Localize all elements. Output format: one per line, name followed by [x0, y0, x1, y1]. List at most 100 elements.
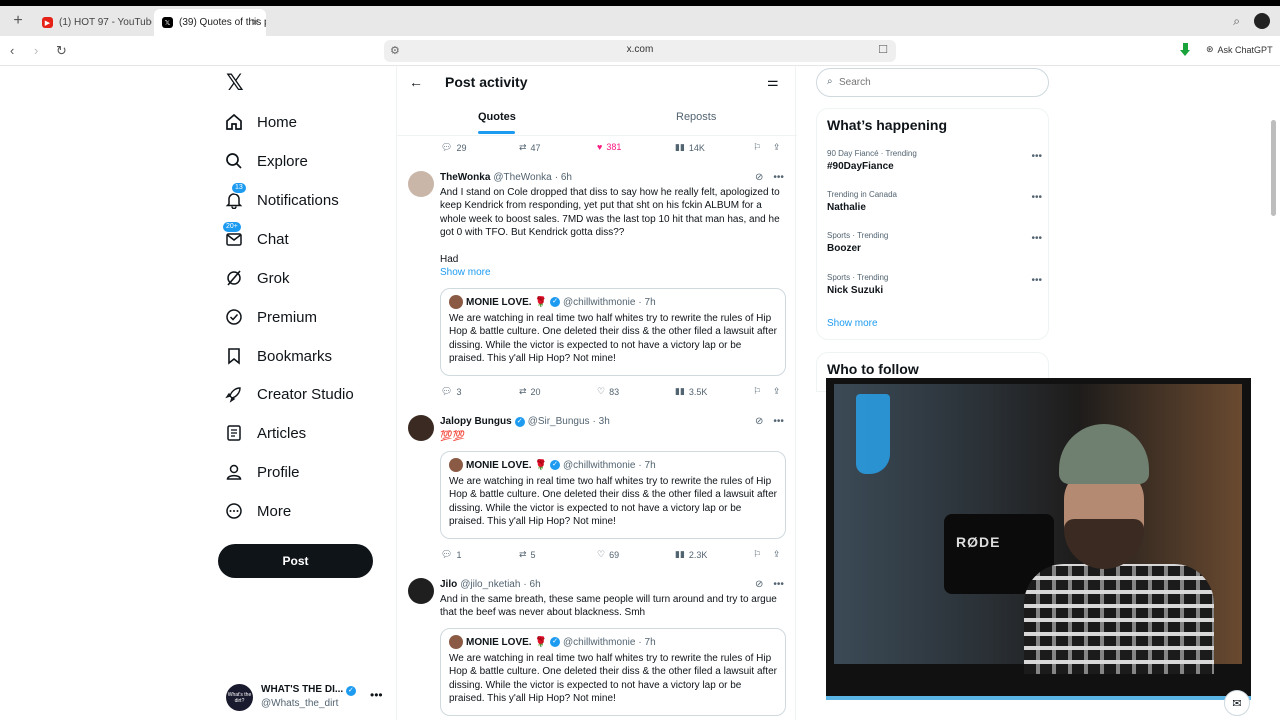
reply-count: 3: [456, 386, 462, 397]
browser-tab-x[interactable]: 𝕏 (39) Quotes of this p ✕: [154, 9, 266, 36]
post-text-continued: Had: [440, 254, 459, 265]
search-input[interactable]: [839, 75, 1039, 90]
nav-profile[interactable]: Profile: [225, 459, 300, 485]
reply-icon: 💬︎: [441, 386, 453, 396]
more-options-icon[interactable]: •••: [773, 172, 784, 183]
bookmark-button[interactable]: ⚐: [753, 386, 761, 397]
post-time[interactable]: · 3h: [593, 416, 610, 427]
account-switcher[interactable]: What's the dirt? WHAT'S THE DI... ✓ @Wha…: [226, 682, 386, 712]
author-handle[interactable]: @Sir_Bungus: [528, 416, 590, 427]
account-more-icon[interactable]: •••: [370, 688, 383, 702]
nav-creator-studio[interactable]: Creator Studio: [225, 381, 354, 407]
post-button[interactable]: Post: [218, 544, 373, 578]
avatar[interactable]: [408, 578, 434, 604]
trend-meta: Sports · Trending: [827, 273, 889, 282]
more-options-icon[interactable]: •••: [773, 579, 784, 590]
nav-chat[interactable]: 20+ Chat: [222, 221, 289, 252]
nav-grok[interactable]: Grok: [225, 265, 290, 291]
ask-chatgpt-button[interactable]: ⊛ Ask ChatGPT: [1206, 44, 1273, 55]
author-handle[interactable]: @TheWonka: [493, 172, 551, 183]
share-icon: ⇪: [773, 142, 781, 152]
rocket-icon: [225, 385, 243, 403]
trend-item[interactable]: Sports · Trending Boozer •••: [827, 231, 1042, 261]
trend-item[interactable]: Trending in Canada Nathalie •••: [827, 190, 1042, 220]
show-more-link[interactable]: Show more: [440, 267, 491, 278]
trend-item[interactable]: 90 Day Fiancé · Trending #90DayFiance ••…: [827, 149, 1042, 179]
browser-tab-youtube[interactable]: ▶ (1) HOT 97 - YouTube: [34, 9, 152, 36]
more-options-icon[interactable]: •••: [1031, 275, 1042, 286]
quoted-author-name: MONIE LOVE.: [466, 636, 532, 648]
reply-button[interactable]: 💬︎ 3: [441, 386, 461, 397]
back-icon[interactable]: ‹: [10, 43, 14, 58]
repost-button[interactable]: ⇄ 47: [519, 142, 541, 153]
grok-explain-icon[interactable]: ⊘: [755, 416, 763, 427]
new-tab-button[interactable]: +: [8, 11, 28, 31]
trend-item[interactable]: Sports · Trending Nick Suzuki •••: [827, 273, 1042, 303]
more-options-icon[interactable]: •••: [1031, 192, 1042, 203]
grok-explain-icon[interactable]: ⊘: [755, 579, 763, 590]
nav-home[interactable]: Home: [225, 109, 297, 135]
reply-icon: 💬︎: [441, 549, 453, 559]
post-time[interactable]: · 6h: [555, 172, 572, 183]
browser-profile-avatar[interactable]: [1254, 13, 1270, 29]
page-scrollbar[interactable]: [1271, 120, 1276, 216]
author-handle[interactable]: @jilo_nketiah: [460, 579, 520, 590]
bookmark-page-icon[interactable]: ☐: [878, 43, 888, 56]
views-button[interactable]: ▮▮ 2.3K: [675, 549, 707, 560]
bookmark-button[interactable]: ⚐: [753, 549, 761, 560]
nav-more[interactable]: More: [225, 498, 291, 524]
tab-quotes[interactable]: Quotes: [478, 111, 516, 123]
like-button[interactable]: ♥ 381: [597, 142, 621, 152]
verified-icon: ✓: [550, 297, 561, 307]
repost-button[interactable]: ⇄ 5: [519, 549, 536, 560]
views-count: 3.5K: [688, 386, 708, 397]
back-arrow-icon[interactable]: ←: [409, 74, 423, 90]
nav-explore[interactable]: Explore: [225, 148, 308, 174]
views-button[interactable]: ▮▮ 14K: [675, 142, 705, 153]
author-name[interactable]: TheWonka: [440, 172, 490, 183]
post-header: Jilo @jilo_nketiah · 6h: [440, 579, 541, 590]
bookmark-button[interactable]: ⚐: [753, 142, 761, 153]
reload-icon[interactable]: ↻: [56, 43, 67, 59]
avatar[interactable]: [408, 415, 434, 441]
quoted-text: We are watching in real time two half wh…: [449, 313, 777, 365]
search-box[interactable]: ⌕: [816, 68, 1049, 97]
quoted-post-header: MONIE LOVE. 🌹 ✓ @chillwithmonie · 7h: [449, 458, 656, 472]
repost-button[interactable]: ⇄ 20: [519, 386, 541, 397]
nav-premium[interactable]: Premium: [225, 304, 317, 330]
quoted-post[interactable]: MONIE LOVE. 🌹 ✓ @chillwithmonie · 7h We …: [440, 451, 786, 539]
filter-settings-icon[interactable]: ⚌: [767, 74, 779, 90]
nav-notifications[interactable]: 13 Notifications: [225, 182, 339, 213]
more-options-icon[interactable]: •••: [1031, 151, 1042, 162]
views-button[interactable]: ▮▮ 3.5K: [675, 386, 707, 397]
quoted-post[interactable]: MONIE LOVE. 🌹 ✓ @chillwithmonie · 7h We …: [440, 628, 786, 716]
quoted-post[interactable]: MONIE LOVE. 🌹 ✓ @chillwithmonie · 7h We …: [440, 288, 786, 376]
like-button[interactable]: ♡ 69: [597, 549, 619, 560]
tab-search-icon[interactable]: ⌕: [1233, 14, 1240, 29]
avatar[interactable]: [408, 171, 434, 197]
author-name[interactable]: Jalopy Bungus: [440, 416, 512, 427]
x-logo-icon[interactable]: 𝕏: [226, 72, 246, 94]
like-button[interactable]: ♡ 83: [597, 386, 619, 397]
download-icon[interactable]: [1180, 43, 1190, 57]
author-name[interactable]: Jilo: [440, 579, 457, 590]
browser-tab-bar: + ▶ (1) HOT 97 - YouTube 𝕏 (39) Quotes o…: [0, 6, 1280, 36]
reply-button[interactable]: 💬︎ 29: [441, 142, 466, 153]
messages-drawer-button[interactable]: ✉: [1224, 690, 1250, 716]
forward-icon[interactable]: ›: [34, 43, 38, 58]
show-more-link[interactable]: Show more: [827, 318, 878, 329]
nav-articles[interactable]: Articles: [225, 420, 306, 446]
post-time[interactable]: · 6h: [523, 579, 540, 590]
share-button[interactable]: ⇪: [773, 386, 781, 397]
share-button[interactable]: ⇪: [773, 549, 781, 560]
share-button[interactable]: ⇪: [773, 142, 781, 153]
grok-explain-icon[interactable]: ⊘: [755, 172, 763, 183]
rose-emoji: 🌹: [534, 636, 548, 648]
reply-button[interactable]: 💬︎ 1: [441, 549, 461, 560]
nav-bookmarks[interactable]: Bookmarks: [225, 343, 332, 369]
tab-reposts[interactable]: Reposts: [676, 111, 716, 123]
address-bar[interactable]: ⚙ x.com ☐: [384, 40, 896, 62]
more-options-icon[interactable]: •••: [1031, 233, 1042, 244]
more-options-icon[interactable]: •••: [773, 416, 784, 427]
close-tab-icon[interactable]: ✕: [251, 16, 260, 29]
